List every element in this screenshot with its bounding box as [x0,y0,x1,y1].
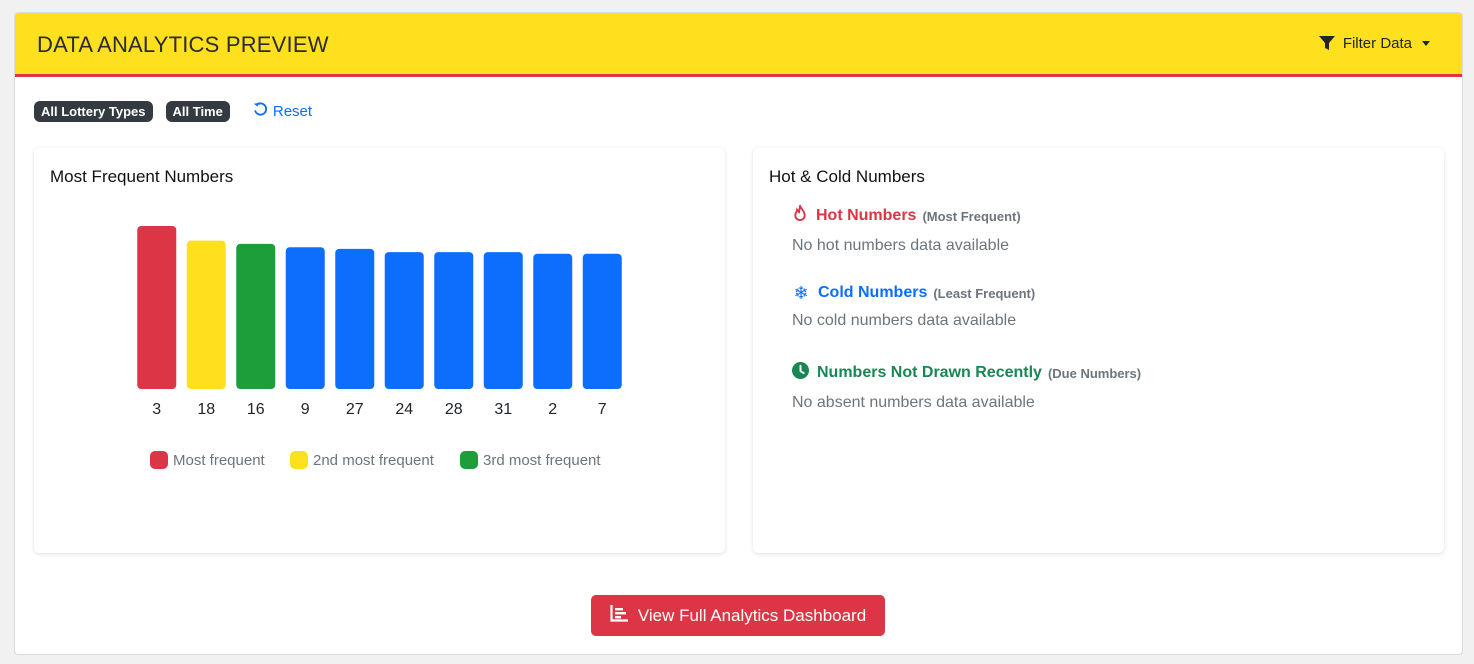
fire-icon [792,202,808,227]
filter-data-dropdown[interactable]: Filter Data [1318,35,1430,52]
snowflake-icon: ❄ [793,283,809,303]
page-title: DATA ANALYTICS PREVIEW [37,32,329,57]
hot-numbers-section: Hot Numbers (Most Frequent) No hot numbe… [792,202,1021,255]
tick-label: 2 [548,401,557,418]
legend-swatch [150,451,168,469]
legend-swatch [290,451,308,469]
tick-label: 31 [494,401,512,418]
bar-24 [384,252,424,389]
due-numbers-empty: No absent numbers data available [792,394,1035,411]
funnel-icon [1318,36,1335,51]
analytics-preview-card: DATA ANALYTICS PREVIEW Filter Data All L… [14,12,1463,655]
legend-label: Most frequent [173,452,266,469]
bar-3 [137,226,177,389]
active-filters: All Lottery Types All Time Reset [34,101,312,122]
view-full-dashboard-button[interactable]: View Full Analytics Dashboard [591,595,885,636]
hot-numbers-heading: Hot Numbers [816,207,917,224]
view-full-dashboard-label: View Full Analytics Dashboard [637,605,867,625]
tick-label: 27 [346,401,364,418]
cold-numbers-subtitle: (Least Frequent) [933,285,1036,301]
bar-chart-icon [610,604,628,627]
due-numbers-section: Numbers Not Drawn Recently (Due Numbers)… [792,362,1141,412]
chevron-down-icon [1422,41,1430,46]
filter-badge-lottery-type: All Lottery Types [34,101,153,122]
tick-label: 24 [395,401,413,418]
filter-badge-time-range: All Time [165,101,230,122]
hot-cold-title: Hot & Cold Numbers [769,167,925,186]
bar-2 [533,253,573,389]
cold-numbers-empty: No cold numbers data available [792,312,1017,329]
tick-label: 7 [598,401,607,418]
bar-27 [335,248,375,389]
tick-label: 3 [152,401,161,418]
cold-numbers-heading: Cold Numbers [818,284,928,301]
hot-numbers-empty: No hot numbers data available [792,237,1010,254]
legend-swatch [460,451,478,469]
hot-numbers-subtitle: (Most Frequent) [922,208,1021,224]
due-numbers-subtitle: (Due Numbers) [1047,365,1142,381]
bar-31 [483,252,523,389]
filter-data-label: Filter Data [1342,35,1412,52]
bar-7 [582,253,622,389]
tick-label: 9 [301,401,310,418]
hot-cold-panel: Hot & Cold Numbers Hot Numbers (Most Fre… [753,148,1444,553]
cold-numbers-section: ❄ Cold Numbers (Least Frequent) No cold … [792,284,1035,330]
legend-label: 3rd most frequent [483,452,601,469]
reset-label: Reset [272,103,313,120]
bar-16 [236,243,276,389]
due-numbers-heading: Numbers Not Drawn Recently [817,364,1042,381]
most-frequent-panel: Most Frequent Numbers 3 18 16 9 27 24 28 31 2 7 Mo… [34,148,725,553]
tick-label: 16 [247,401,265,418]
frequency-bar-chart: 3 18 16 9 27 24 28 31 2 7Most frequent 2nd most fr… [137,226,622,469]
tick-label: 28 [445,401,463,418]
card-header: DATA ANALYTICS PREVIEW Filter Data [15,13,1462,77]
bar-9 [285,247,325,389]
bar-28 [434,252,474,389]
undo-icon [253,102,268,121]
clock-icon [792,362,809,384]
legend-label: 2nd most frequent [313,452,435,469]
reset-filters-link[interactable]: Reset [253,102,312,121]
bar-18 [186,240,226,389]
tick-label: 18 [197,401,215,418]
